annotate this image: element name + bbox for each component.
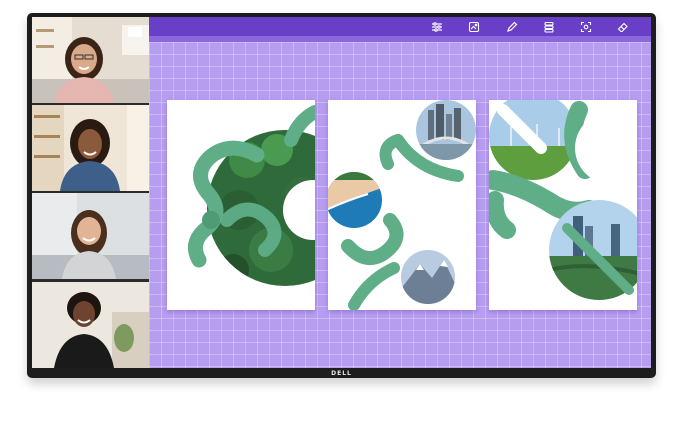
sliders-icon[interactable]: [430, 20, 444, 34]
whiteboard-toolbar: [149, 17, 651, 36]
design-card-2[interactable]: [328, 100, 476, 310]
design-artwork-forest: [187, 105, 315, 286]
image-edit-icon[interactable]: [467, 20, 481, 34]
eraser-icon[interactable]: [616, 20, 630, 34]
monitor: DELL: [27, 13, 656, 378]
brand-logo: DELL: [331, 370, 352, 377]
participant-video-image: [32, 105, 149, 191]
participant-video-image: [32, 282, 149, 368]
screen: [32, 17, 651, 368]
design-card-1[interactable]: [167, 100, 315, 310]
participant-video-1[interactable]: [32, 17, 149, 103]
participants-panel: [32, 17, 149, 368]
participant-video-2[interactable]: [32, 105, 149, 191]
design-artwork-city-beach-mountain: [328, 100, 476, 310]
design-artwork-windfarm-skyline: [489, 100, 637, 300]
layers-icon[interactable]: [542, 20, 556, 34]
participant-video-4[interactable]: [32, 282, 149, 368]
participant-video-image: [32, 193, 149, 279]
participant-video-3[interactable]: [32, 193, 149, 279]
whiteboard-canvas[interactable]: [149, 42, 651, 368]
design-card-3[interactable]: [489, 100, 637, 310]
participant-video-image: [32, 17, 149, 103]
pen-icon[interactable]: [505, 20, 519, 34]
focus-frame-icon[interactable]: [579, 20, 593, 34]
